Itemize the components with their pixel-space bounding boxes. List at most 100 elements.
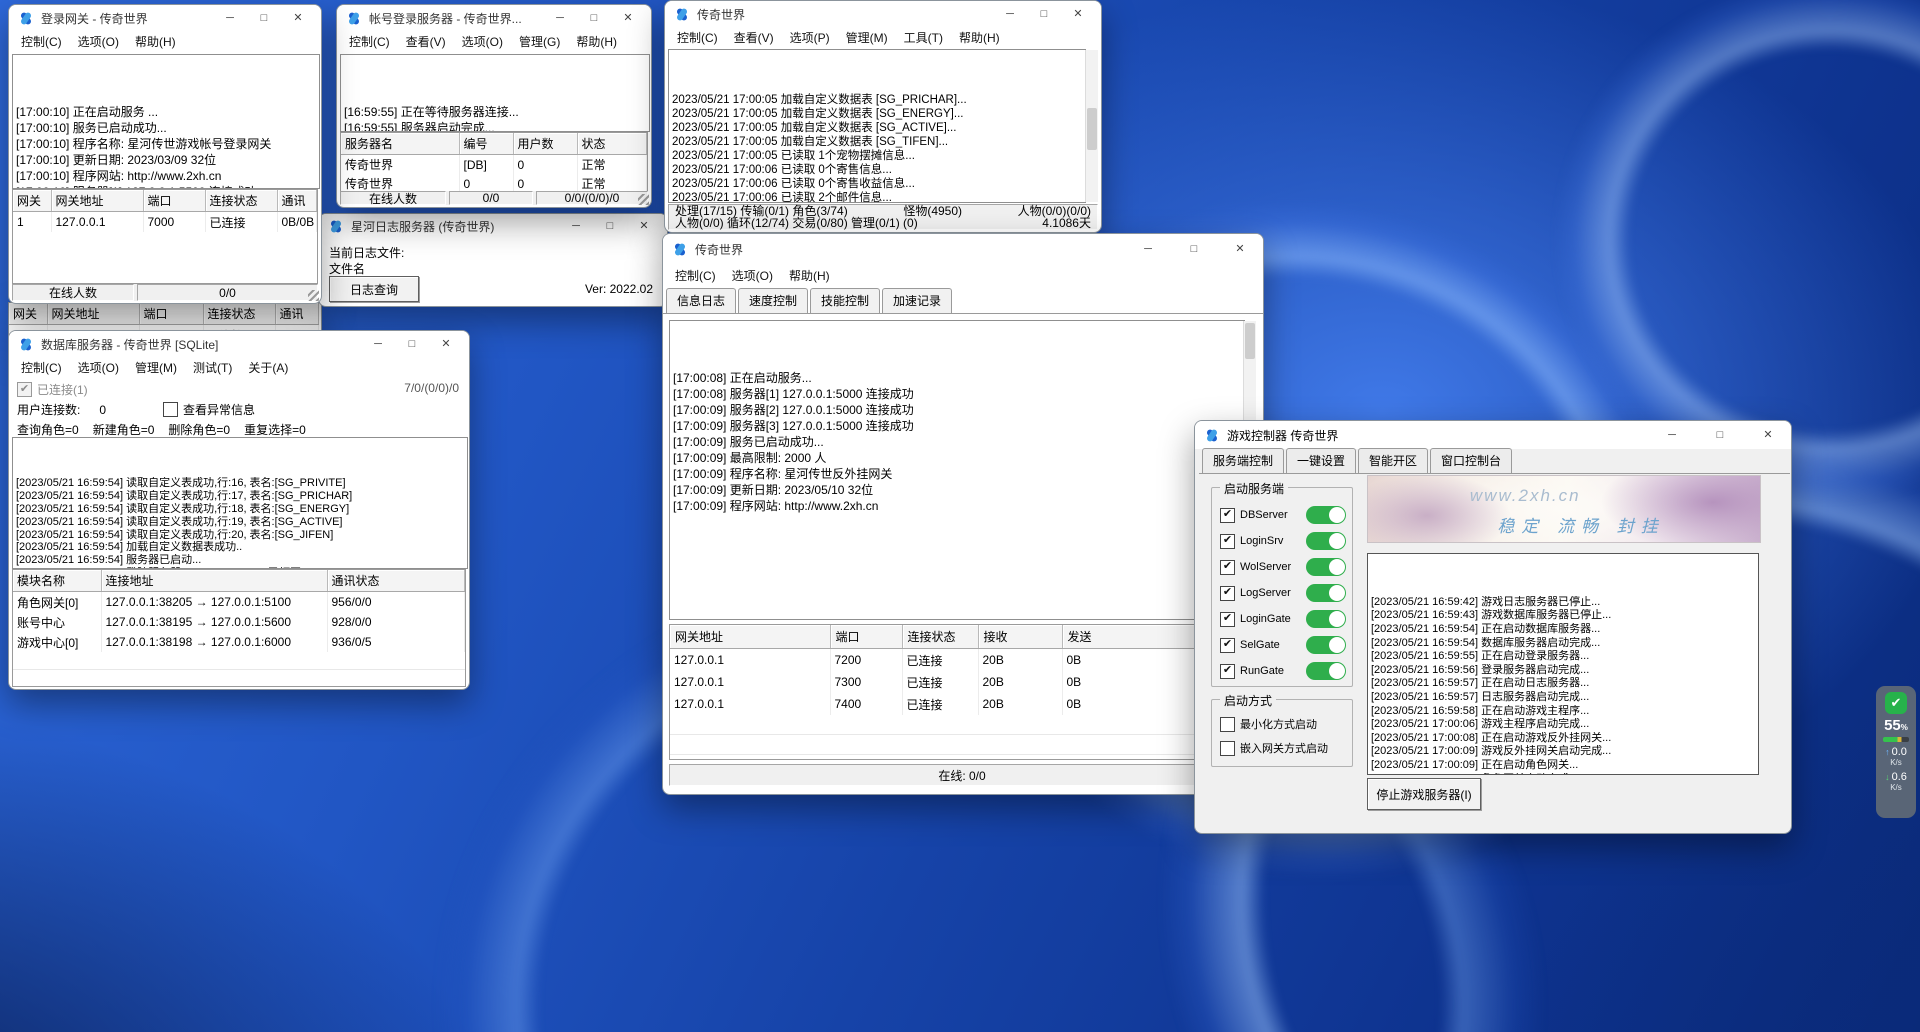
menu-item[interactable]: 控制(C) [669, 28, 726, 47]
tab[interactable]: 一键设置 [1286, 448, 1356, 473]
titlebar[interactable]: 游戏控制器 传奇世界 ─ □ ✕ [1195, 421, 1791, 449]
menu-item[interactable]: 选项(O) [70, 32, 127, 51]
log-output[interactable]: [16:59:55] 正在等待服务器连接...[16:59:55] 服务器启动完… [340, 54, 650, 132]
column-header[interactable]: 网关地址 [51, 190, 143, 212]
stop-server-button[interactable]: 停止游戏服务器(I) [1367, 778, 1481, 810]
close-button[interactable]: ✕ [611, 7, 645, 29]
close-button[interactable]: ✕ [1061, 3, 1095, 25]
service-checkbox[interactable] [1220, 586, 1235, 601]
module-table[interactable]: 模块名称连接地址通讯状态 角色网关[0] 127.0.0.1:38205 → 1… [13, 570, 465, 652]
minimize-button[interactable]: ─ [213, 7, 247, 29]
column-header[interactable]: 连接状态 [902, 625, 978, 649]
service-checkbox[interactable] [1220, 664, 1235, 679]
mode-checkbox[interactable] [1220, 741, 1235, 756]
tab[interactable]: 窗口控制台 [1430, 448, 1512, 473]
minimize-button[interactable]: ─ [361, 333, 395, 355]
service-toggle-on[interactable] [1306, 662, 1346, 680]
menu-item[interactable]: 关于(A) [240, 358, 296, 377]
log-query-button[interactable]: 日志查询 [329, 276, 419, 302]
column-header[interactable]: 端口 [143, 190, 205, 212]
close-button[interactable]: ✕ [429, 333, 463, 355]
column-header[interactable]: 端口 [830, 625, 902, 649]
tab[interactable]: 信息日志 [666, 288, 736, 313]
minimize-button[interactable]: ─ [543, 7, 577, 29]
column-header[interactable]: 连接状态 [205, 190, 277, 212]
gateway-table[interactable]: 网关网关地址端口连接状态通讯 1 127.0.0.1 7000 已连接 0B/0… [13, 190, 317, 232]
close-button[interactable]: ✕ [1223, 238, 1257, 260]
table-row[interactable]: 127.0.0.1 7400 已连接 20B 0B [670, 693, 1256, 715]
menu-item[interactable]: 工具(T) [896, 28, 951, 47]
mode-checkbox[interactable] [1220, 717, 1235, 732]
minimize-button[interactable]: ─ [1655, 424, 1689, 446]
server-table[interactable]: 服务器名编号用户数状态 传奇世界 [DB] 0 正常 传奇世界 0 0 正常 [341, 133, 647, 192]
close-button[interactable]: ✕ [627, 215, 661, 237]
maximize-button[interactable]: □ [1027, 3, 1061, 25]
table-row[interactable]: 1 127.0.0.1 7000 已连接 0B/0B [13, 212, 317, 233]
menu-item[interactable]: 控制(C) [341, 32, 398, 51]
log-scrollbar[interactable] [1085, 50, 1098, 202]
tab[interactable]: 服务端控制 [1202, 448, 1284, 473]
column-header[interactable]: 模块名称 [13, 570, 101, 592]
column-header[interactable]: 网关 [13, 190, 51, 212]
service-checkbox[interactable] [1220, 560, 1235, 575]
menu-item[interactable]: 帮助(H) [127, 32, 184, 51]
maximize-button[interactable]: □ [1703, 424, 1737, 446]
maximize-button[interactable]: □ [1177, 238, 1211, 260]
column-header[interactable]: 接收 [978, 625, 1062, 649]
log-output[interactable]: [17:00:10] 正在启动服务 ...[17:00:10] 服务已启动成功.… [12, 54, 320, 189]
menu-item[interactable]: 控制(C) [13, 32, 70, 51]
column-header[interactable]: 通讯 [277, 190, 317, 212]
service-checkbox[interactable] [1220, 534, 1235, 549]
menu-item[interactable]: 查看(V) [726, 28, 782, 47]
tab[interactable]: 加速记录 [882, 288, 952, 313]
tab[interactable]: 智能开区 [1358, 448, 1428, 473]
column-header[interactable]: 通讯状态 [327, 570, 465, 592]
controller-log-output[interactable]: [2023/05/21 16:59:42] 游戏日志服务器已停止...[2023… [1367, 553, 1759, 775]
table-row[interactable]: 127.0.0.1 7200 已连接 20B 0B [670, 649, 1256, 672]
menu-item[interactable]: 帮助(H) [951, 28, 1008, 47]
view-errors-checkbox[interactable] [163, 402, 178, 417]
column-header[interactable]: 状态 [577, 133, 647, 155]
menu-item[interactable]: 测试(T) [185, 358, 240, 377]
resize-grip[interactable] [638, 194, 649, 205]
table-row[interactable]: 传奇世界 [DB] 0 正常 [341, 155, 647, 175]
column-header[interactable]: 服务器名 [341, 133, 459, 155]
resize-grip[interactable] [308, 290, 319, 301]
scrollbar-thumb[interactable] [1087, 108, 1097, 150]
service-checkbox[interactable] [1220, 638, 1235, 653]
column-header[interactable]: 编号 [459, 133, 513, 155]
column-header[interactable]: 端口 [139, 303, 203, 325]
security-shield-icon[interactable]: ✔ [1885, 692, 1907, 714]
menu-item[interactable]: 管理(M) [838, 28, 896, 47]
titlebar[interactable]: 登录网关 - 传奇世界 ─ □ ✕ [9, 5, 321, 31]
menu-item[interactable]: 帮助(H) [781, 266, 838, 285]
service-toggle-on[interactable] [1306, 584, 1346, 602]
column-header[interactable]: 用户数 [513, 133, 577, 155]
menu-item[interactable]: 控制(C) [667, 266, 724, 285]
log-output[interactable]: [2023/05/21 16:59:54] 读取自定义表成功,行:16, 表名:… [12, 437, 468, 569]
log-output[interactable]: [17:00:08] 正在启动服务...[17:00:08] 服务器[1] 12… [669, 320, 1245, 620]
service-toggle-on[interactable] [1306, 636, 1346, 654]
log-output[interactable]: 2023/05/21 17:00:05 加载自定义数据表 [SG_PRICHAR… [668, 49, 1086, 203]
menu-item[interactable]: 选项(O) [454, 32, 511, 51]
service-toggle-on[interactable] [1306, 610, 1346, 628]
column-header[interactable]: 网关 [9, 303, 47, 325]
column-header[interactable]: 网关地址 [47, 303, 139, 325]
scrollbar-thumb[interactable] [1245, 323, 1255, 359]
close-button[interactable]: ✕ [1751, 424, 1785, 446]
maximize-button[interactable]: □ [395, 333, 429, 355]
minimize-button[interactable]: ─ [993, 3, 1027, 25]
titlebar[interactable]: 数据库服务器 - 传奇世界 [SQLite] ─ □ ✕ [9, 331, 469, 357]
service-checkbox[interactable] [1220, 612, 1235, 627]
table-row[interactable]: 账号中心 127.0.0.1:38195 → 127.0.0.1:5600 92… [13, 612, 465, 632]
close-button[interactable]: ✕ [281, 7, 315, 29]
minimize-button[interactable]: ─ [559, 215, 593, 237]
menu-item[interactable]: 帮助(H) [568, 32, 625, 51]
service-checkbox[interactable] [1220, 508, 1235, 523]
tab[interactable]: 技能控制 [810, 288, 880, 313]
service-toggle-on[interactable] [1306, 558, 1346, 576]
titlebar[interactable]: 帐号登录服务器 - 传奇世界... ─ □ ✕ [337, 5, 651, 31]
service-toggle-on[interactable] [1306, 506, 1346, 524]
table-row[interactable]: 游戏中心[0] 127.0.0.1:38198 → 127.0.0.1:6000… [13, 632, 465, 652]
column-header[interactable]: 连接地址 [101, 570, 327, 592]
